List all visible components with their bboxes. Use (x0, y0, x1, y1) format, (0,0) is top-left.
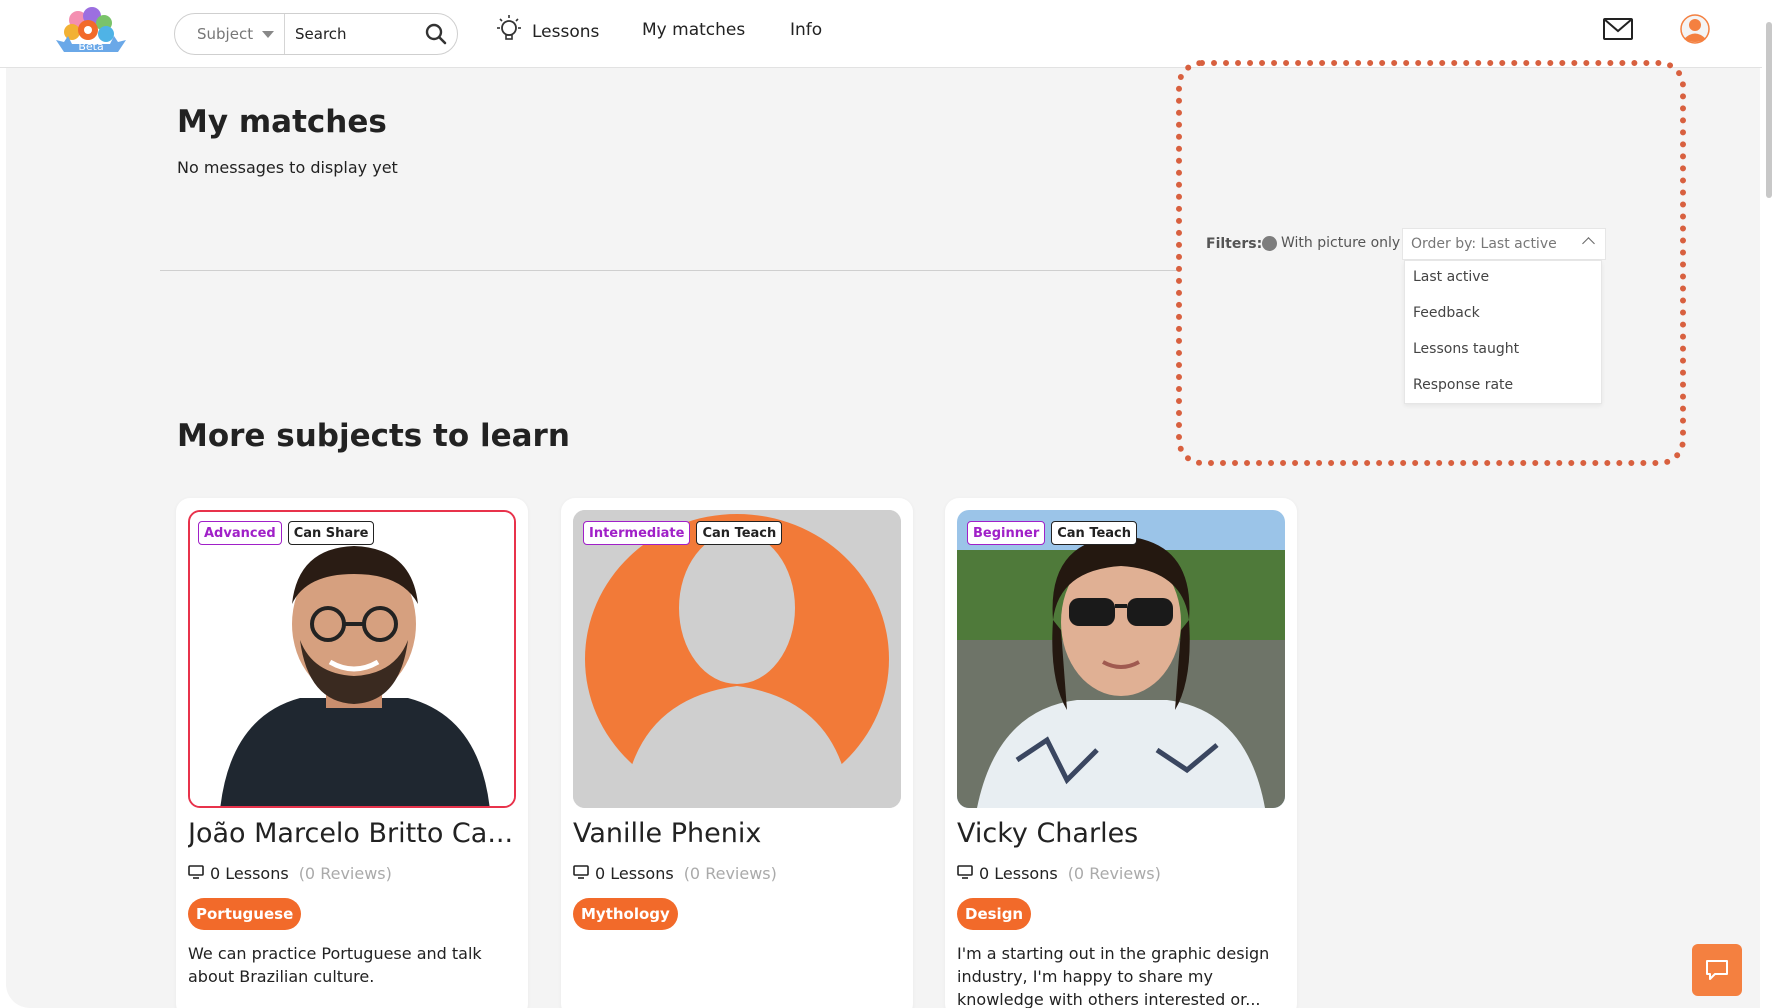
role-badge: Can Share (287, 521, 375, 545)
subject-tag[interactable]: Mythology (573, 898, 678, 930)
card-badges: Intermediate Can Teach (583, 521, 783, 545)
toggle-indicator (1262, 235, 1277, 251)
card-badges: Advanced Can Share (198, 521, 375, 545)
lesson-stats: 0 Lessons (0 Reviews) (957, 864, 1161, 883)
section-title: More subjects to learn (177, 418, 570, 454)
teacher-card[interactable]: Intermediate Can Teach Vanille Phenix 0 … (561, 498, 913, 1008)
logo-text: Beta (78, 40, 103, 53)
order-option-lessons-taught[interactable]: Lessons taught (1413, 341, 1519, 357)
order-option-last-active[interactable]: Last active (1413, 269, 1489, 285)
subject-dropdown[interactable]: Subject (175, 14, 285, 54)
subject-tag[interactable]: Design (957, 898, 1032, 930)
role-badge: Can Teach (1051, 521, 1138, 545)
lesson-count: 0 Lessons (595, 864, 674, 883)
video-lesson-icon (188, 864, 204, 883)
teacher-bio: We can practice Portuguese and talk abou… (188, 944, 482, 986)
teacher-name[interactable]: Vanille Phenix (573, 818, 903, 849)
scrollbar-thumb[interactable] (1766, 22, 1772, 198)
with-picture-toggle[interactable]: With picture only (1262, 235, 1400, 251)
chevron-up-icon (1582, 237, 1595, 250)
order-option-feedback[interactable]: Feedback (1413, 305, 1480, 321)
chat-button[interactable] (1692, 944, 1742, 996)
search-icon[interactable] (425, 23, 447, 45)
card-badges: Beginner Can Teach (967, 521, 1138, 545)
lesson-count: 0 Lessons (979, 864, 1058, 883)
order-by-label: Order by: Last active (1411, 236, 1557, 252)
role-badge: Can Teach (696, 521, 783, 545)
review-count[interactable]: (0 Reviews) (299, 864, 392, 883)
section-divider (160, 270, 1180, 271)
user-avatar-icon[interactable] (1680, 14, 1710, 44)
nav-my-matches[interactable]: My matches (642, 20, 745, 40)
subject-tag[interactable]: Portuguese (188, 898, 302, 930)
teacher-name[interactable]: João Marcelo Britto Ca... (188, 818, 518, 849)
order-option-response-rate[interactable]: Response rate (1413, 377, 1513, 393)
nav-info[interactable]: Info (790, 20, 822, 40)
teacher-card[interactable]: Advanced Can Share João Marcelo Britto C… (176, 498, 528, 1008)
lesson-count: 0 Lessons (210, 864, 289, 883)
page-title: My matches (177, 104, 387, 140)
lesson-stats: 0 Lessons (0 Reviews) (188, 864, 392, 883)
search-bar: Subject (174, 13, 458, 55)
teacher-card[interactable]: Beginner Can Teach Vicky Charles 0 Lesso… (945, 498, 1297, 1008)
teacher-photo (957, 510, 1285, 808)
teacher-photo-placeholder (573, 510, 901, 808)
level-badge: Intermediate (583, 521, 691, 545)
teacher-name[interactable]: Vicky Charles (957, 818, 1287, 849)
subject-dropdown-label: Subject (197, 25, 254, 43)
order-by-dropdown[interactable]: Order by: Last active (1402, 228, 1606, 260)
lesson-stats: 0 Lessons (0 Reviews) (573, 864, 777, 883)
empty-matches-message: No messages to display yet (177, 158, 398, 177)
search-input[interactable] (295, 14, 415, 54)
review-count[interactable]: (0 Reviews) (1068, 864, 1161, 883)
mail-icon[interactable] (1602, 16, 1634, 42)
lightbulb-icon (494, 14, 524, 49)
teacher-bio: I'm a starting out in the graphic design… (957, 944, 1270, 1008)
teacher-photo (188, 510, 516, 808)
top-header: Beta Subject Lessons My matches Info (0, 0, 1776, 68)
caret-down-icon (262, 31, 274, 38)
level-badge: Beginner (967, 521, 1046, 545)
page-scrollbar[interactable] (1762, 0, 1776, 1008)
nav-lessons[interactable]: Lessons (494, 14, 599, 49)
video-lesson-icon (573, 864, 589, 883)
nav-lessons-label: Lessons (532, 21, 600, 42)
app-logo[interactable]: Beta (54, 6, 128, 58)
filters-label: Filters: (1206, 236, 1263, 252)
video-lesson-icon (957, 864, 973, 883)
review-count[interactable]: (0 Reviews) (684, 864, 777, 883)
level-badge: Advanced (198, 521, 282, 545)
order-by-menu: Last active Feedback Lessons taught Resp… (1404, 260, 1602, 404)
with-picture-label: With picture only (1281, 235, 1401, 251)
